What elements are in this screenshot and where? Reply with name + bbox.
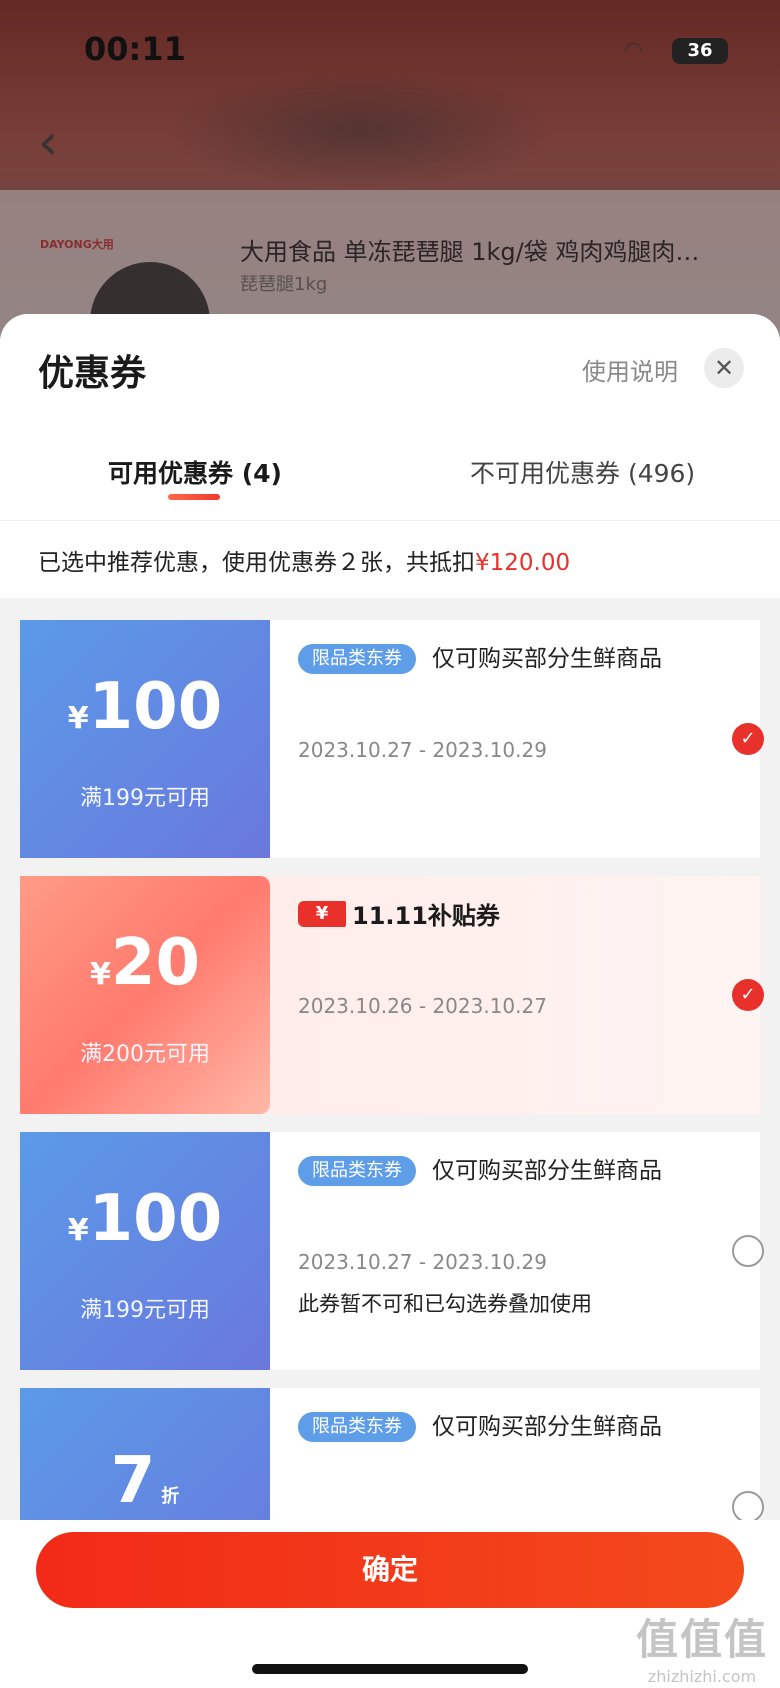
coupon-currency: ¥: [90, 957, 111, 992]
coupon-currency: ¥: [67, 701, 89, 736]
tab-available[interactable]: 可用优惠券 (4): [108, 454, 282, 490]
radio-unchecked-icon[interactable]: [732, 1235, 764, 1267]
coupon-currency: ¥: [67, 1213, 89, 1248]
watermark: 值值值 zhizhizhi.com: [632, 1606, 772, 1686]
coupon-validity: 2023.10.27 - 2023.10.29: [298, 1250, 547, 1274]
coupon-info: ¥11.11补贴券 2023.10.26 - 2023.10.27 ✓: [270, 876, 764, 1114]
coupon-card[interactable]: ¥100 满199元可用 限品类东券 仅可购买部分生鲜商品 2023.10.27…: [15, 1132, 764, 1370]
confirm-button[interactable]: 确定: [36, 1532, 744, 1608]
coupon-condition: 满199元可用: [80, 1298, 210, 1323]
tab-indicator: [168, 494, 220, 500]
summary-label: 已选中推荐优惠，使用优惠券２张，共抵扣: [38, 550, 475, 576]
watermark-logo: 值值值: [635, 1615, 768, 1664]
sheet-title: 优惠券: [38, 353, 147, 394]
coupon-value: 100: [88, 670, 223, 744]
coupon-stack-note: 此券暂不可和已勾选券叠加使用: [298, 1292, 592, 1316]
coupon-condition: 满199元可用: [80, 786, 210, 811]
coupon-card[interactable]: ¥100 满199元可用 限品类东券 仅可购买部分生鲜商品 2023.10.27…: [15, 620, 764, 858]
back-chevron-icon[interactable]: ‹: [38, 112, 78, 172]
coupon-value-panel: ¥20 满200元可用: [20, 876, 270, 1114]
summary-text: 已选中推荐优惠，使用优惠券２张，共抵扣¥120.00: [38, 543, 570, 577]
status-bar: 00:11 ◠ 36: [0, 0, 780, 100]
coupon-value-panel: ¥100 满199元可用: [15, 620, 270, 858]
coupon-description: 仅可购买部分生鲜商品: [432, 1414, 662, 1440]
close-icon[interactable]: ✕: [704, 348, 744, 388]
home-indicator: [252, 1664, 528, 1674]
coupon-description: 仅可购买部分生鲜商品: [432, 1158, 662, 1184]
coupon-info: 限品类东券 仅可购买部分生鲜商品 2023.10.27 - 2023.10.29…: [270, 1132, 764, 1370]
battery-icon: 36: [672, 38, 728, 64]
coupon-validity: 2023.10.26 - 2023.10.27: [298, 994, 547, 1018]
coupon-validity: 2023.10.27 - 2023.10.29: [298, 738, 547, 762]
confirm-bar: 确定 值值值 zhizhizhi.com: [0, 1520, 780, 1688]
wifi-icon: ◠: [624, 38, 644, 63]
coupon-amount: ¥20: [20, 926, 270, 1000]
selection-summary: 已选中推荐优惠，使用优惠券２张，共抵扣¥120.00: [0, 520, 780, 598]
help-link[interactable]: 使用说明: [582, 352, 678, 387]
coupon-tag: 限品类东券: [298, 1412, 416, 1442]
coupon-sheet: 优惠券 使用说明 ✕ 可用优惠券 (4) 不可用优惠券 (496) 已选中推荐优…: [0, 314, 780, 1688]
coupon-value: 7: [110, 1444, 156, 1518]
checkmark-icon[interactable]: ✓: [732, 723, 764, 755]
coupon-unit: 折: [161, 1486, 180, 1507]
coupon-info: 限品类东券 仅可购买部分生鲜商品 2023.10.27 - 2023.10.29…: [270, 620, 764, 858]
coupon-tag: 限品类东券: [298, 644, 416, 674]
coupon-condition: 满200元可用: [80, 1042, 210, 1067]
coupon-amount: ¥100: [20, 670, 270, 744]
watermark-url: zhizhizhi.com: [647, 1667, 757, 1686]
checkmark-icon[interactable]: ✓: [732, 979, 764, 1011]
subsidy-label: 11.11补贴券: [352, 902, 500, 930]
coupon-amount: ¥100: [20, 1182, 270, 1256]
sheet-header: 优惠券 使用说明 ✕ 可用优惠券 (4) 不可用优惠券 (496): [0, 314, 780, 520]
coupon-value: 20: [110, 926, 200, 1000]
subsidy-badge: ¥11.11补贴券: [298, 896, 500, 930]
radio-unchecked-icon[interactable]: [732, 1491, 764, 1523]
summary-amount: ¥120.00: [475, 550, 571, 576]
coupon-card[interactable]: ¥20 满200元可用 ¥11.11补贴券 2023.10.26 - 2023.…: [20, 876, 764, 1114]
coupon-description: 仅可购买部分生鲜商品: [432, 646, 662, 672]
coupon-value-panel: ¥100 满199元可用: [15, 1132, 270, 1370]
coupon-amount: 7折: [20, 1444, 270, 1518]
coupon-value: 100: [88, 1182, 223, 1256]
subsidy-yen-icon: ¥: [298, 900, 346, 927]
coupon-tag: 限品类东券: [298, 1156, 416, 1186]
tab-unavailable[interactable]: 不可用优惠券 (496): [470, 454, 695, 490]
status-time: 00:11: [84, 30, 186, 68]
